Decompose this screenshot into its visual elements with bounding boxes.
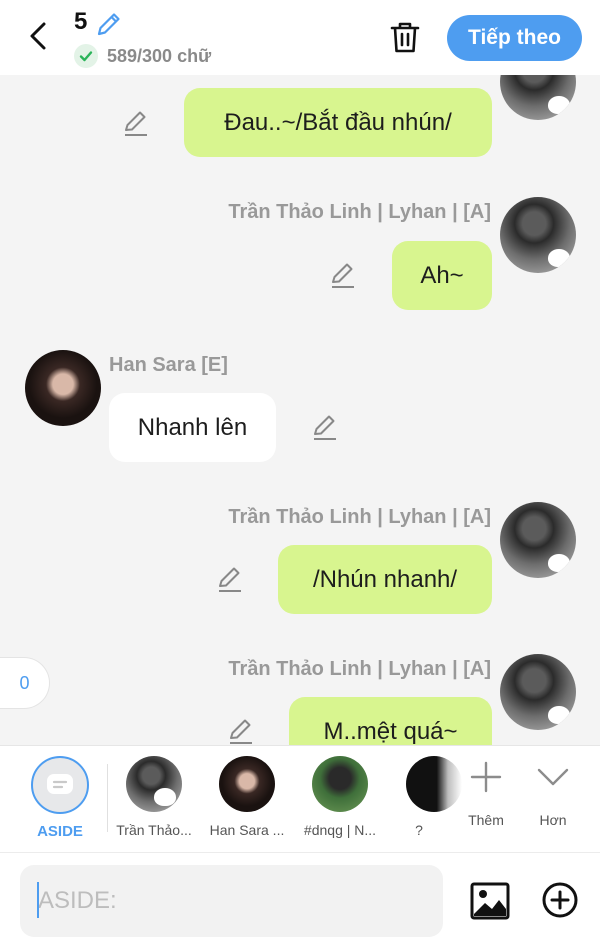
top-bar: 5 589/300 chữ Tiếp theo (0, 0, 600, 75)
character-option[interactable]: ? (375, 756, 463, 838)
character-avatar (219, 756, 275, 812)
character-avatar (312, 756, 368, 812)
side-counter[interactable]: 0 (0, 657, 50, 709)
avatar[interactable] (500, 197, 576, 273)
character-option[interactable]: Trần Thảo... (109, 756, 199, 838)
message-bubble[interactable]: Nhanh lên (109, 393, 276, 462)
message-bubble[interactable]: Ah~ (392, 241, 492, 310)
pencil-icon (332, 263, 354, 288)
trash-icon (390, 22, 420, 53)
more-options-button[interactable] (540, 880, 580, 920)
edit-title-button[interactable] (95, 10, 123, 38)
avatar[interactable] (500, 75, 576, 120)
character-avatar (126, 756, 182, 812)
chat-area[interactable]: Đau..~/Bắt đầu nhún/ Trần Thảo Linh | Ly… (0, 75, 600, 745)
speaker-name: Trần Thảo Linh | Lyhan | [A] (228, 506, 491, 528)
aside-button[interactable] (31, 756, 89, 814)
avatar[interactable] (25, 350, 101, 426)
insert-image-button[interactable] (468, 879, 512, 923)
expand-label: Hơn (539, 812, 567, 828)
message-bubble[interactable]: M..mệt quá~ (289, 697, 492, 745)
edit-message-button[interactable] (215, 564, 245, 594)
message-bubble[interactable]: Đau..~/Bắt đầu nhún/ (184, 88, 492, 157)
back-button[interactable] (20, 18, 56, 54)
input-bar (0, 852, 600, 947)
check-icon (74, 44, 98, 68)
chevron-left-icon (30, 22, 46, 50)
character-name: Han Sara ... (209, 822, 285, 838)
word-count: 589/300 chữ (107, 46, 212, 66)
next-button[interactable]: Tiếp theo (447, 15, 582, 61)
chevron-down-icon (537, 768, 569, 786)
pencil-icon (230, 719, 252, 744)
pencil-icon (314, 415, 336, 440)
aside-label: ASIDE (37, 823, 83, 840)
avatar[interactable] (500, 502, 576, 578)
character-name: Trần Thảo... (116, 822, 192, 838)
image-icon (470, 882, 510, 920)
message-bubble[interactable]: /Nhún nhanh/ (278, 545, 492, 614)
character-name: ? (415, 822, 423, 838)
edit-message-button[interactable] (328, 260, 358, 290)
plus-icon (470, 761, 502, 793)
expand-button[interactable]: Hơn (523, 756, 583, 828)
pencil-icon (125, 111, 147, 136)
speaker-name: Trần Thảo Linh | Lyhan | [A] (228, 658, 491, 680)
character-bar: ASIDE Trần Thảo... Han Sara ... #dnqg | … (0, 745, 600, 852)
pencil-icon (219, 567, 241, 592)
chat-bubble-icon (47, 774, 73, 794)
speaker-name: Han Sara [E] (109, 354, 228, 376)
character-avatar (406, 756, 462, 812)
episode-number: 5 (74, 8, 88, 35)
character-option[interactable]: Han Sara ... (202, 756, 292, 838)
add-character-button[interactable]: Thêm (456, 756, 516, 828)
edit-message-button[interactable] (226, 716, 256, 745)
edit-message-button[interactable] (310, 412, 340, 442)
text-caret (37, 882, 39, 918)
message-input[interactable] (20, 865, 443, 937)
avatar[interactable] (500, 654, 576, 730)
pencil-icon (97, 13, 120, 36)
divider (107, 764, 108, 832)
character-name: #dnqg | N... (303, 822, 377, 838)
delete-button[interactable] (386, 18, 424, 56)
plus-circle-icon (542, 882, 578, 918)
character-option[interactable]: #dnqg | N... (295, 756, 385, 838)
edit-message-button[interactable] (121, 108, 151, 138)
speaker-name: Trần Thảo Linh | Lyhan | [A] (228, 201, 491, 223)
add-label: Thêm (468, 812, 504, 828)
